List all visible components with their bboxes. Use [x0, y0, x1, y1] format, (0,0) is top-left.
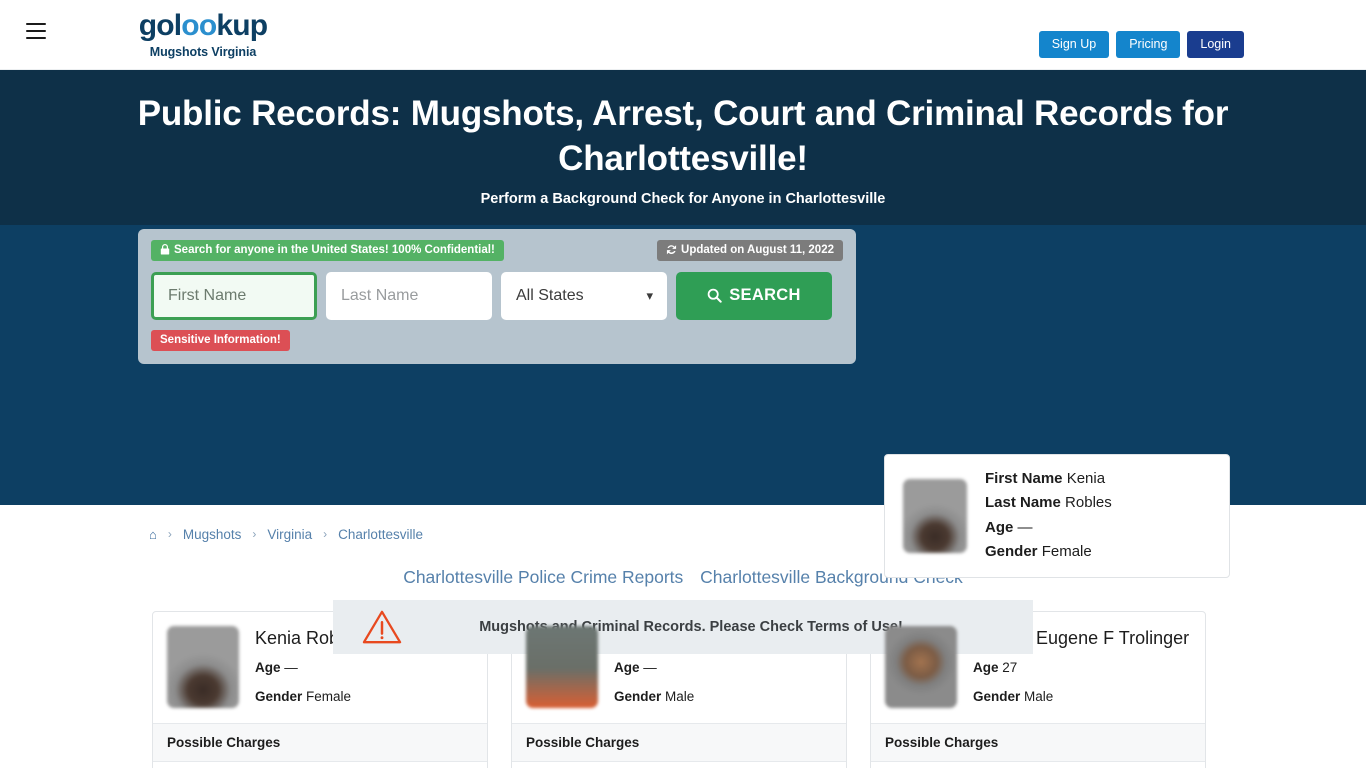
first-name-input[interactable]	[151, 271, 317, 320]
logo-text-part1: gol	[138, 9, 182, 42]
preview-row-last-name: Last Name Robles	[985, 491, 1112, 515]
magnifier-icon	[707, 288, 722, 303]
preview-label-last-name: Last Name	[985, 494, 1061, 512]
site-logo[interactable]: golookup Mugshots Virginia	[138, 11, 268, 60]
logo-text-part3: kup	[216, 9, 268, 42]
hamburger-bar	[26, 23, 46, 25]
nav-button-group: Sign Up Pricing Login	[1038, 31, 1244, 59]
result-gender-label: Gender	[255, 689, 303, 705]
result-age-label: Age	[973, 660, 999, 676]
charge-item: Viol Of Cc - Fel	[512, 762, 846, 768]
charge-item: Alias Capias	[153, 762, 487, 768]
result-gender-value: Male	[665, 689, 695, 705]
login-button[interactable]: Login	[1187, 31, 1244, 59]
hamburger-bar	[26, 30, 46, 32]
avatar	[167, 625, 239, 708]
result-gender-value: Female	[306, 689, 352, 705]
preview-label-age: Age	[985, 518, 1014, 536]
result-age: Age —	[614, 660, 720, 676]
preview-value-last-name: Robles	[1065, 494, 1112, 512]
possible-charges-header: Possible Charges	[871, 722, 1205, 762]
preview-value-age: —	[1017, 518, 1033, 536]
result-age-value: —	[284, 660, 298, 676]
pricing-button[interactable]: Pricing	[1116, 31, 1181, 59]
result-age-label: Age	[614, 660, 640, 676]
breadcrumb-item-virginia[interactable]: Virginia	[267, 527, 312, 542]
result-gender-value: Male	[1024, 689, 1054, 705]
page-title: Public Records: Mugshots, Arrest, Court …	[137, 94, 1229, 178]
lock-icon	[160, 244, 170, 255]
logo-wordmark: golookup	[138, 11, 268, 41]
link-police-crime-reports[interactable]: Charlottesville Police Crime Reports	[403, 567, 683, 587]
search-fields-row: All States ▾ SEARCH	[151, 271, 843, 320]
breadcrumb-separator: ›	[323, 527, 328, 542]
refresh-icon	[666, 245, 677, 255]
preview-label-gender: Gender	[985, 542, 1038, 560]
home-icon[interactable]: ⌂	[149, 527, 157, 542]
state-select[interactable]: All States	[501, 271, 667, 320]
top-navigation-bar: golookup Mugshots Virginia Sign Up Prici…	[0, 0, 1366, 70]
warning-triangle-icon	[362, 610, 402, 643]
avatar	[903, 478, 967, 553]
preview-row-first-name: First Name Kenia	[985, 467, 1112, 491]
search-panel: Search for anyone in the United States! …	[138, 228, 856, 364]
person-preview-card[interactable]: First Name Kenia Last Name Robles Age — …	[884, 453, 1230, 578]
search-button-label: SEARCH	[729, 286, 801, 305]
person-preview-details: First Name Kenia Last Name Robles Age — …	[985, 467, 1112, 564]
avatar	[885, 625, 957, 708]
result-gender: Gender Female	[255, 689, 362, 705]
preview-value-first-name: Kenia	[1066, 470, 1106, 487]
confidential-badge: Search for anyone in the United States! …	[151, 239, 504, 261]
preview-row-gender: Gender Female	[985, 540, 1112, 564]
breadcrumb-separator: ›	[167, 527, 172, 542]
result-gender-label: Gender	[973, 689, 1021, 705]
logo-subtitle: Mugshots Virginia	[149, 45, 257, 59]
confidential-badge-label: Search for anyone in the United States! …	[174, 243, 495, 256]
possible-charges-header: Possible Charges	[512, 722, 846, 762]
possible-charges-header: Possible Charges	[153, 722, 487, 762]
last-name-input[interactable]	[326, 271, 492, 320]
search-button[interactable]: SEARCH	[676, 271, 832, 320]
avatar	[526, 625, 598, 708]
state-select-wrapper: All States ▾	[501, 271, 667, 320]
search-section: Search for anyone in the United States! …	[0, 224, 1366, 654]
result-gender-label: Gender	[614, 689, 662, 705]
result-gender: Gender Male	[973, 689, 1189, 705]
breadcrumb-separator: ›	[252, 527, 257, 542]
hero-section: Public Records: Mugshots, Arrest, Court …	[0, 70, 1366, 225]
preview-row-age: Age —	[985, 516, 1112, 540]
result-card-header: Denver Eugene F Trolinger Age 27 Gender …	[871, 612, 1205, 723]
sign-up-button[interactable]: Sign Up	[1038, 31, 1110, 59]
result-gender: Gender Male	[614, 689, 720, 705]
page-subtitle: Perform a Background Check for Anyone in…	[480, 190, 886, 207]
charge-item: 1) Interfering With The Detention Or Sto…	[871, 762, 1205, 768]
sensitive-info-badge: Sensitive Information!	[151, 329, 290, 351]
result-age-label: Age	[255, 660, 281, 676]
breadcrumb-item-charlottesville[interactable]: Charlottesville	[338, 527, 423, 542]
hamburger-bar	[26, 37, 46, 39]
logo-text-accent: oo	[181, 9, 217, 42]
result-age: Age —	[255, 660, 362, 676]
hamburger-menu-icon[interactable]	[26, 23, 46, 39]
result-age: Age 27	[973, 660, 1189, 676]
preview-label-first-name: First Name	[985, 470, 1063, 487]
updated-badge-label: Updated on August 11, 2022	[681, 243, 834, 256]
breadcrumb-item-mugshots[interactable]: Mugshots	[183, 527, 242, 542]
updated-badge: Updated on August 11, 2022	[657, 239, 843, 261]
preview-value-gender: Female	[1041, 542, 1092, 560]
result-age-value: 27	[1002, 660, 1018, 676]
result-age-value: —	[643, 660, 657, 676]
result-card[interactable]: Denver Eugene F Trolinger Age 27 Gender …	[870, 610, 1206, 768]
search-panel-header: Search for anyone in the United States! …	[151, 239, 843, 261]
